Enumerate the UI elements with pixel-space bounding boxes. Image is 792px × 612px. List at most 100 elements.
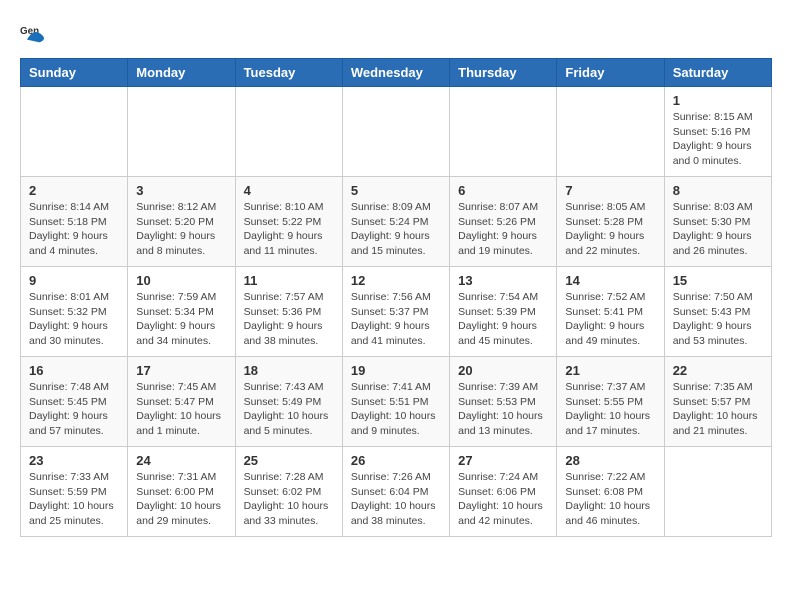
day-info: Sunrise: 8:15 AM Sunset: 5:16 PM Dayligh… (673, 110, 763, 169)
day-info: Sunrise: 8:07 AM Sunset: 5:26 PM Dayligh… (458, 200, 548, 259)
day-header-thursday: Thursday (450, 59, 557, 87)
calendar-cell (342, 87, 449, 177)
day-number: 10 (136, 273, 226, 288)
calendar-cell (128, 87, 235, 177)
day-info: Sunrise: 7:24 AM Sunset: 6:06 PM Dayligh… (458, 470, 548, 529)
logo-icon: Gen (20, 20, 48, 48)
day-number: 14 (565, 273, 655, 288)
day-number: 16 (29, 363, 119, 378)
day-number: 3 (136, 183, 226, 198)
calendar-cell: 12 Sunrise: 7:56 AM Sunset: 5:37 PM Dayli… (342, 267, 449, 357)
day-number: 28 (565, 453, 655, 468)
day-header-sunday: Sunday (21, 59, 128, 87)
day-header-saturday: Saturday (664, 59, 771, 87)
calendar-week-row: 2 Sunrise: 8:14 AM Sunset: 5:18 PM Daylig… (21, 177, 772, 267)
calendar-cell: 3 Sunrise: 8:12 AM Sunset: 5:20 PM Daylig… (128, 177, 235, 267)
calendar-cell: 21 Sunrise: 7:37 AM Sunset: 5:55 PM Dayli… (557, 357, 664, 447)
day-number: 20 (458, 363, 548, 378)
calendar-cell: 2 Sunrise: 8:14 AM Sunset: 5:18 PM Daylig… (21, 177, 128, 267)
day-header-tuesday: Tuesday (235, 59, 342, 87)
calendar-header-row: SundayMondayTuesdayWednesdayThursdayFrid… (21, 59, 772, 87)
calendar-cell: 9Sunrise: 8:01 AM Sunset: 5:32 PM Daylig… (21, 267, 128, 357)
day-info: Sunrise: 7:41 AM Sunset: 5:51 PM Dayligh… (351, 380, 441, 439)
calendar-week-row: 1 Sunrise: 8:15 AM Sunset: 5:16 PM Daylig… (21, 87, 772, 177)
day-number: 6 (458, 183, 548, 198)
calendar-cell: 13 Sunrise: 7:54 AM Sunset: 5:39 PM Dayli… (450, 267, 557, 357)
day-number: 23 (29, 453, 119, 468)
day-info: Sunrise: 7:43 AM Sunset: 5:49 PM Dayligh… (244, 380, 334, 439)
day-info: Sunrise: 7:50 AM Sunset: 5:43 PM Dayligh… (673, 290, 763, 349)
day-number: 25 (244, 453, 334, 468)
calendar-cell: 14 Sunrise: 7:52 AM Sunset: 5:41 PM Dayli… (557, 267, 664, 357)
day-info: Sunrise: 7:57 AM Sunset: 5:36 PM Dayligh… (244, 290, 334, 349)
calendar-cell: 18 Sunrise: 7:43 AM Sunset: 5:49 PM Dayli… (235, 357, 342, 447)
day-header-wednesday: Wednesday (342, 59, 449, 87)
calendar-cell: 11 Sunrise: 7:57 AM Sunset: 5:36 PM Dayli… (235, 267, 342, 357)
logo: Gen (20, 20, 52, 48)
day-info: Sunrise: 7:56 AM Sunset: 5:37 PM Dayligh… (351, 290, 441, 349)
day-info: Sunrise: 7:22 AM Sunset: 6:08 PM Dayligh… (565, 470, 655, 529)
calendar-cell: 26 Sunrise: 7:26 AM Sunset: 6:04 PM Dayli… (342, 447, 449, 537)
day-number: 4 (244, 183, 334, 198)
calendar-week-row: 16 Sunrise: 7:48 AM Sunset: 5:45 PM Dayli… (21, 357, 772, 447)
day-info: Sunrise: 7:45 AM Sunset: 5:47 PM Dayligh… (136, 380, 226, 439)
day-number: 7 (565, 183, 655, 198)
day-number: 24 (136, 453, 226, 468)
calendar-cell (664, 447, 771, 537)
day-number: 15 (673, 273, 763, 288)
day-info: Sunrise: 7:26 AM Sunset: 6:04 PM Dayligh… (351, 470, 441, 529)
day-info: Sunrise: 7:37 AM Sunset: 5:55 PM Dayligh… (565, 380, 655, 439)
calendar-cell (557, 87, 664, 177)
day-number: 2 (29, 183, 119, 198)
day-number: 21 (565, 363, 655, 378)
day-info: Sunrise: 8:03 AM Sunset: 5:30 PM Dayligh… (673, 200, 763, 259)
calendar-cell: 16 Sunrise: 7:48 AM Sunset: 5:45 PM Dayli… (21, 357, 128, 447)
day-number: 22 (673, 363, 763, 378)
calendar-cell: 5 Sunrise: 8:09 AM Sunset: 5:24 PM Daylig… (342, 177, 449, 267)
calendar-cell (235, 87, 342, 177)
day-header-monday: Monday (128, 59, 235, 87)
calendar-cell: 8Sunrise: 8:03 AM Sunset: 5:30 PM Daylig… (664, 177, 771, 267)
calendar-cell: 25 Sunrise: 7:28 AM Sunset: 6:02 PM Dayli… (235, 447, 342, 537)
day-number: 18 (244, 363, 334, 378)
calendar-cell: 6 Sunrise: 8:07 AM Sunset: 5:26 PM Daylig… (450, 177, 557, 267)
day-number: 13 (458, 273, 548, 288)
calendar-cell: 7 Sunrise: 8:05 AM Sunset: 5:28 PM Daylig… (557, 177, 664, 267)
calendar-week-row: 23 Sunrise: 7:33 AM Sunset: 5:59 PM Dayli… (21, 447, 772, 537)
day-number: 19 (351, 363, 441, 378)
day-info: Sunrise: 7:52 AM Sunset: 5:41 PM Dayligh… (565, 290, 655, 349)
day-info: Sunrise: 8:05 AM Sunset: 5:28 PM Dayligh… (565, 200, 655, 259)
calendar-cell: 15 Sunrise: 7:50 AM Sunset: 5:43 PM Dayli… (664, 267, 771, 357)
day-info: Sunrise: 8:12 AM Sunset: 5:20 PM Dayligh… (136, 200, 226, 259)
day-info: Sunrise: 7:33 AM Sunset: 5:59 PM Dayligh… (29, 470, 119, 529)
day-info: Sunrise: 7:54 AM Sunset: 5:39 PM Dayligh… (458, 290, 548, 349)
calendar-cell (21, 87, 128, 177)
calendar-cell (450, 87, 557, 177)
day-number: 12 (351, 273, 441, 288)
calendar-cell: 4 Sunrise: 8:10 AM Sunset: 5:22 PM Daylig… (235, 177, 342, 267)
day-number: 9 (29, 273, 119, 288)
calendar-cell: 28 Sunrise: 7:22 AM Sunset: 6:08 PM Dayli… (557, 447, 664, 537)
day-info: Sunrise: 7:59 AM Sunset: 5:34 PM Dayligh… (136, 290, 226, 349)
day-number: 1 (673, 93, 763, 108)
calendar-cell: 20 Sunrise: 7:39 AM Sunset: 5:53 PM Dayli… (450, 357, 557, 447)
day-info: Sunrise: 7:39 AM Sunset: 5:53 PM Dayligh… (458, 380, 548, 439)
calendar-cell: 23 Sunrise: 7:33 AM Sunset: 5:59 PM Dayli… (21, 447, 128, 537)
day-info: Sunrise: 8:14 AM Sunset: 5:18 PM Dayligh… (29, 200, 119, 259)
calendar-cell: 10 Sunrise: 7:59 AM Sunset: 5:34 PM Dayli… (128, 267, 235, 357)
day-info: Sunrise: 7:48 AM Sunset: 5:45 PM Dayligh… (29, 380, 119, 439)
calendar-cell: 1 Sunrise: 8:15 AM Sunset: 5:16 PM Daylig… (664, 87, 771, 177)
day-info: Sunrise: 8:10 AM Sunset: 5:22 PM Dayligh… (244, 200, 334, 259)
day-info: Sunrise: 7:28 AM Sunset: 6:02 PM Dayligh… (244, 470, 334, 529)
day-info: Sunrise: 8:09 AM Sunset: 5:24 PM Dayligh… (351, 200, 441, 259)
day-info: Sunrise: 7:35 AM Sunset: 5:57 PM Dayligh… (673, 380, 763, 439)
calendar-cell: 27Sunrise: 7:24 AM Sunset: 6:06 PM Dayli… (450, 447, 557, 537)
calendar-cell: 24Sunrise: 7:31 AM Sunset: 6:00 PM Dayli… (128, 447, 235, 537)
day-number: 26 (351, 453, 441, 468)
day-number: 17 (136, 363, 226, 378)
day-number: 11 (244, 273, 334, 288)
day-header-friday: Friday (557, 59, 664, 87)
day-number: 5 (351, 183, 441, 198)
calendar-cell: 19 Sunrise: 7:41 AM Sunset: 5:51 PM Dayli… (342, 357, 449, 447)
calendar-cell: 22 Sunrise: 7:35 AM Sunset: 5:57 PM Dayli… (664, 357, 771, 447)
